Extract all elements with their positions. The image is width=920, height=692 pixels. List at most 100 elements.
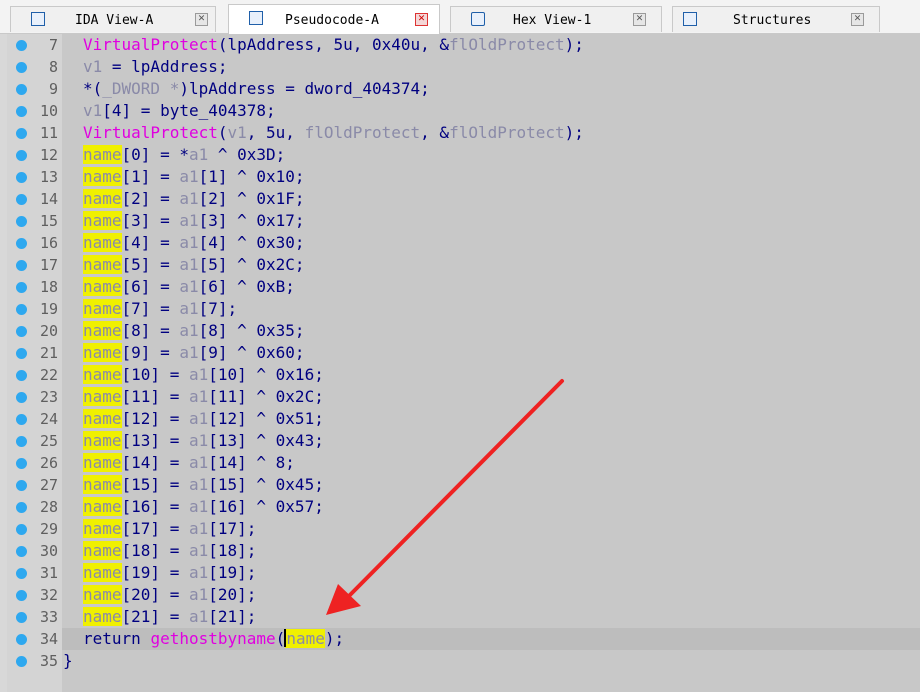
variable-name[interactable]: a1 [179, 321, 198, 340]
variable-name[interactable]: a1 [189, 607, 208, 626]
breakpoint-dot-icon[interactable] [16, 238, 27, 249]
code-line[interactable]: 15 name[3] = a1[3] ^ 0x17; [0, 210, 920, 232]
code-line[interactable]: 12 name[0] = *a1 ^ 0x3D; [0, 144, 920, 166]
breakpoint-dot-icon[interactable] [16, 656, 27, 667]
breakpoint-dot-icon[interactable] [16, 172, 27, 183]
highlighted-identifier[interactable]: name [83, 167, 122, 186]
variable-name[interactable]: a1 [179, 299, 198, 318]
code-line[interactable]: 35} [0, 650, 920, 672]
code-line[interactable]: 25 name[13] = a1[13] ^ 0x43; [0, 430, 920, 452]
code-line[interactable]: 33 name[21] = a1[21]; [0, 606, 920, 628]
highlighted-identifier[interactable]: name [83, 255, 122, 274]
breakpoint-dot-icon[interactable] [16, 84, 27, 95]
variable-name[interactable]: a1 [189, 409, 208, 428]
variable-name[interactable]: a1 [179, 211, 198, 230]
code-line[interactable]: 28 name[16] = a1[16] ^ 0x57; [0, 496, 920, 518]
variable-name[interactable]: a1 [189, 431, 208, 450]
variable-name[interactable]: flOldProtect [305, 123, 421, 142]
code-text[interactable]: name[6] = a1[6] ^ 0xB; [83, 277, 295, 296]
code-line[interactable]: 21 name[9] = a1[9] ^ 0x60; [0, 342, 920, 364]
variable-name[interactable]: a1 [179, 189, 198, 208]
breakpoint-dot-icon[interactable] [16, 128, 27, 139]
breakpoint-dot-icon[interactable] [16, 62, 27, 73]
variable-name[interactable]: flOldProtect [449, 35, 565, 54]
code-line[interactable]: 26 name[14] = a1[14] ^ 8; [0, 452, 920, 474]
code-text[interactable]: name[20] = a1[20]; [83, 585, 256, 604]
variable-name[interactable]: a1 [179, 233, 198, 252]
code-text[interactable]: name[19] = a1[19]; [83, 563, 256, 582]
code-line[interactable]: 14 name[2] = a1[2] ^ 0x1F; [0, 188, 920, 210]
code-line[interactable]: 17 name[5] = a1[5] ^ 0x2C; [0, 254, 920, 276]
code-text[interactable]: *(_DWORD *)lpAddress = dword_404374; [83, 79, 430, 98]
breakpoint-dot-icon[interactable] [16, 370, 27, 381]
variable-name[interactable]: a1 [189, 541, 208, 560]
highlighted-identifier[interactable]: name [284, 629, 325, 648]
close-icon[interactable]: ✕ [195, 13, 208, 26]
highlighted-identifier[interactable]: name [83, 211, 122, 230]
code-text[interactable]: v1 = lpAddress; [83, 57, 228, 76]
variable-name[interactable]: a1 [189, 387, 208, 406]
breakpoint-dot-icon[interactable] [16, 40, 27, 51]
code-text[interactable]: name[3] = a1[3] ^ 0x17; [83, 211, 305, 230]
code-line[interactable]: 30 name[18] = a1[18]; [0, 540, 920, 562]
highlighted-identifier[interactable]: name [83, 145, 122, 164]
highlighted-identifier[interactable]: name [83, 189, 122, 208]
code-text[interactable]: name[8] = a1[8] ^ 0x35; [83, 321, 305, 340]
tab-structures[interactable]: Structures ✕ [672, 6, 880, 32]
code-text[interactable]: name[0] = *a1 ^ 0x3D; [83, 145, 285, 164]
code-text[interactable]: VirtualProtect(v1, 5u, flOldProtect, &fl… [83, 123, 584, 142]
highlighted-identifier[interactable]: name [83, 387, 122, 406]
breakpoint-dot-icon[interactable] [16, 546, 27, 557]
breakpoint-dot-icon[interactable] [16, 392, 27, 403]
code-text[interactable]: name[12] = a1[12] ^ 0x51; [83, 409, 324, 428]
variable-name[interactable]: a1 [189, 475, 208, 494]
code-line[interactable]: 24 name[12] = a1[12] ^ 0x51; [0, 408, 920, 430]
breakpoint-dot-icon[interactable] [16, 524, 27, 535]
code-text[interactable]: name[18] = a1[18]; [83, 541, 256, 560]
breakpoint-dot-icon[interactable] [16, 260, 27, 271]
function-name[interactable]: VirtualProtect [83, 123, 218, 142]
breakpoint-dot-icon[interactable] [16, 480, 27, 491]
code-text[interactable]: name[11] = a1[11] ^ 0x2C; [83, 387, 324, 406]
code-line[interactable]: 20 name[8] = a1[8] ^ 0x35; [0, 320, 920, 342]
variable-name[interactable]: a1 [179, 167, 198, 186]
function-name[interactable]: gethostbyname [150, 629, 275, 648]
breakpoint-dot-icon[interactable] [16, 282, 27, 293]
code-text[interactable]: name[1] = a1[1] ^ 0x10; [83, 167, 305, 186]
code-text[interactable]: name[9] = a1[9] ^ 0x60; [83, 343, 305, 362]
variable-name[interactable]: flOldProtect [449, 123, 565, 142]
highlighted-identifier[interactable]: name [83, 277, 122, 296]
code-line[interactable]: 10 v1[4] = byte_404378; [0, 100, 920, 122]
variable-name[interactable]: v1 [83, 101, 102, 120]
highlighted-identifier[interactable]: name [83, 541, 122, 560]
breakpoint-dot-icon[interactable] [16, 150, 27, 161]
breakpoint-dot-icon[interactable] [16, 304, 27, 315]
breakpoint-dot-icon[interactable] [16, 612, 27, 623]
code-text[interactable]: name[10] = a1[10] ^ 0x16; [83, 365, 324, 384]
code-text[interactable]: name[21] = a1[21]; [83, 607, 256, 626]
code-line[interactable]: 16 name[4] = a1[4] ^ 0x30; [0, 232, 920, 254]
highlighted-identifier[interactable]: name [83, 233, 122, 252]
highlighted-identifier[interactable]: name [83, 475, 122, 494]
code-text[interactable]: name[17] = a1[17]; [83, 519, 256, 538]
breakpoint-dot-icon[interactable] [16, 348, 27, 359]
highlighted-identifier[interactable]: name [83, 563, 122, 582]
variable-name[interactable]: a1 [179, 277, 198, 296]
highlighted-identifier[interactable]: name [83, 365, 122, 384]
variable-name[interactable]: _DWORD * [102, 79, 179, 98]
code-line[interactable]: 22 name[10] = a1[10] ^ 0x16; [0, 364, 920, 386]
code-text[interactable]: name[13] = a1[13] ^ 0x43; [83, 431, 324, 450]
code-text[interactable]: name[14] = a1[14] ^ 8; [83, 453, 295, 472]
highlighted-identifier[interactable]: name [83, 453, 122, 472]
code-text[interactable]: v1[4] = byte_404378; [83, 101, 276, 120]
code-text[interactable]: name[2] = a1[2] ^ 0x1F; [83, 189, 305, 208]
highlighted-identifier[interactable]: name [83, 431, 122, 450]
code-line[interactable]: 34 return gethostbyname(name); [0, 628, 920, 650]
highlighted-identifier[interactable]: name [83, 343, 122, 362]
breakpoint-dot-icon[interactable] [16, 568, 27, 579]
highlighted-identifier[interactable]: name [83, 321, 122, 340]
code-line[interactable]: 18 name[6] = a1[6] ^ 0xB; [0, 276, 920, 298]
code-line[interactable]: 11 VirtualProtect(v1, 5u, flOldProtect, &… [0, 122, 920, 144]
code-line[interactable]: 13 name[1] = a1[1] ^ 0x10; [0, 166, 920, 188]
code-text[interactable]: name[5] = a1[5] ^ 0x2C; [83, 255, 305, 274]
